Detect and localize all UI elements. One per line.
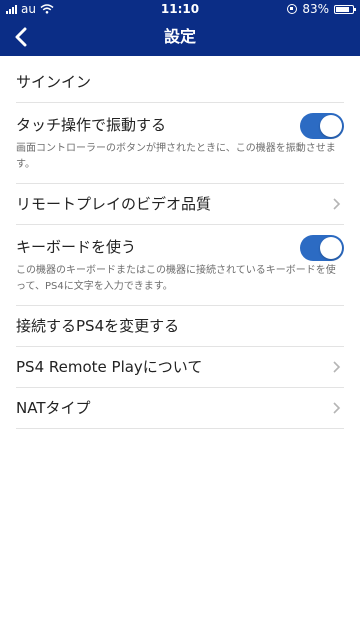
keyboard-description: この機器のキーボードまたはこの機器に接続されているキーボードを使って、PS4に文… — [16, 265, 336, 292]
keyboard-label: キーボードを使う — [16, 238, 137, 256]
vibration-item: タッチ操作で振動する 画面コントローラーのボタンが押されたときに、この機器を振動… — [16, 103, 344, 184]
battery-icon — [334, 4, 356, 14]
status-right: 83% — [287, 0, 356, 18]
toggle-knob — [320, 115, 342, 137]
nat-type-label: NATタイプ — [16, 399, 91, 417]
app-header: au 11:10 83% 設定 — [0, 0, 360, 56]
status-bar: au 11:10 83% — [0, 0, 360, 18]
keyboard-item: キーボードを使う この機器のキーボードまたはこの機器に接続されているキーボードを… — [16, 225, 344, 306]
nat-type-item[interactable]: NATタイプ — [16, 388, 344, 429]
about-label: PS4 Remote Playについて — [16, 358, 203, 376]
video-quality-label: リモートプレイのビデオ品質 — [16, 195, 212, 213]
chevron-right-icon — [333, 361, 341, 373]
vibration-description: 画面コントローラーのボタンが押されたときに、この機器を振動させます。 — [16, 143, 336, 170]
keyboard-toggle[interactable] — [300, 235, 344, 261]
battery-percent: 83% — [302, 2, 329, 16]
vibration-toggle[interactable] — [300, 113, 344, 139]
nav-bar: 設定 — [0, 18, 360, 56]
change-ps4-item[interactable]: 接続するPS4を変更する — [16, 306, 344, 347]
sign-in-item[interactable]: サインイン — [16, 62, 344, 103]
rotation-lock-icon — [287, 4, 298, 14]
vibration-label: タッチ操作で振動する — [16, 116, 167, 134]
toggle-knob — [320, 237, 342, 259]
chevron-right-icon — [333, 402, 341, 414]
settings-list: サインイン タッチ操作で振動する 画面コントローラーのボタンが押されたときに、こ… — [0, 62, 360, 429]
about-item[interactable]: PS4 Remote Playについて — [16, 347, 344, 388]
video-quality-item[interactable]: リモートプレイのビデオ品質 — [16, 184, 344, 225]
change-ps4-label: 接続するPS4を変更する — [16, 317, 180, 335]
page-title: 設定 — [163, 27, 196, 46]
chevron-right-icon — [333, 198, 341, 210]
sign-in-label: サインイン — [16, 73, 92, 91]
